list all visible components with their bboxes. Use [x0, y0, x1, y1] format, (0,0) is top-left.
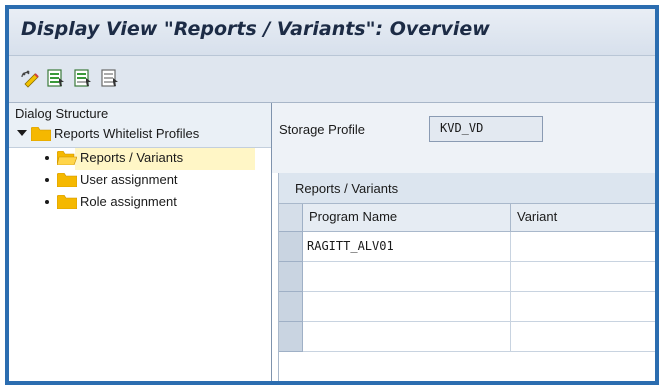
title-bar: Display View "Reports / Variants": Overv…: [9, 9, 655, 56]
select-block-icon[interactable]: [73, 68, 93, 88]
tree-node-label: User assignment: [80, 172, 178, 187]
variant-cell[interactable]: [511, 232, 655, 262]
select-all-rows-button[interactable]: [279, 204, 303, 232]
row-selector[interactable]: [279, 262, 303, 292]
variant-cell[interactable]: [511, 262, 655, 292]
tree-node-label: Reports / Variants: [80, 150, 184, 165]
column-header-variant[interactable]: Variant: [511, 204, 655, 232]
program-name-cell[interactable]: [303, 322, 511, 352]
tree-node-role-assignment[interactable]: Role assignment: [9, 192, 271, 212]
storage-profile-label: Storage Profile: [279, 122, 365, 137]
row-selector[interactable]: [279, 292, 303, 322]
folder-icon: [57, 195, 77, 209]
row-selector[interactable]: [279, 232, 303, 262]
row-selector[interactable]: [279, 322, 303, 352]
storage-profile-row: Storage Profile KVD_VD: [272, 103, 655, 143]
bullet-icon: [45, 200, 49, 204]
variant-cell[interactable]: [511, 292, 655, 322]
tree-node-label: Reports Whitelist Profiles: [54, 126, 200, 141]
bullet-icon: [45, 178, 49, 182]
select-all-icon[interactable]: [46, 68, 66, 88]
table-title-bar: Reports / Variants: [279, 173, 655, 204]
folder-icon: [31, 127, 51, 141]
tree-node-reports-variants[interactable]: Reports / Variants: [9, 148, 271, 170]
window-frame: Display View "Reports / Variants": Overv…: [5, 5, 659, 385]
content-panel: Storage Profile KVD_VD Reports / Variant…: [272, 103, 655, 381]
deselect-all-icon[interactable]: [100, 68, 120, 88]
spacer: [272, 143, 655, 173]
dialog-structure-header: Dialog Structure Reports Whitelist Profi…: [9, 103, 271, 148]
storage-profile-field[interactable]: KVD_VD: [429, 116, 543, 142]
dialog-structure-title: Dialog Structure: [15, 106, 109, 121]
open-folder-icon: [57, 151, 77, 165]
application-toolbar: [9, 56, 655, 103]
program-name-cell[interactable]: [303, 262, 511, 292]
program-name-cell[interactable]: [303, 292, 511, 322]
tree-node-user-assignment[interactable]: User assignment: [9, 170, 271, 190]
page-title: Display View "Reports / Variants": Overv…: [21, 18, 490, 40]
folder-icon: [57, 173, 77, 187]
table-title: Reports / Variants: [295, 181, 399, 196]
variant-cell[interactable]: [511, 322, 655, 352]
tree-node-label: Role assignment: [80, 194, 177, 209]
column-header-program-name[interactable]: Program Name: [303, 204, 511, 232]
other-view-icon[interactable]: [19, 68, 39, 88]
expand-triangle-icon[interactable]: [17, 130, 27, 136]
dialog-structure-panel: Dialog Structure Reports Whitelist Profi…: [9, 103, 272, 381]
program-name-cell[interactable]: RAGITT_ALV01: [303, 232, 511, 262]
reports-variants-table: Reports / Variants Program Name Variant …: [278, 173, 655, 381]
bullet-icon: [45, 156, 49, 160]
tree-node-reports-whitelist-profiles[interactable]: Reports Whitelist Profiles: [15, 124, 271, 144]
